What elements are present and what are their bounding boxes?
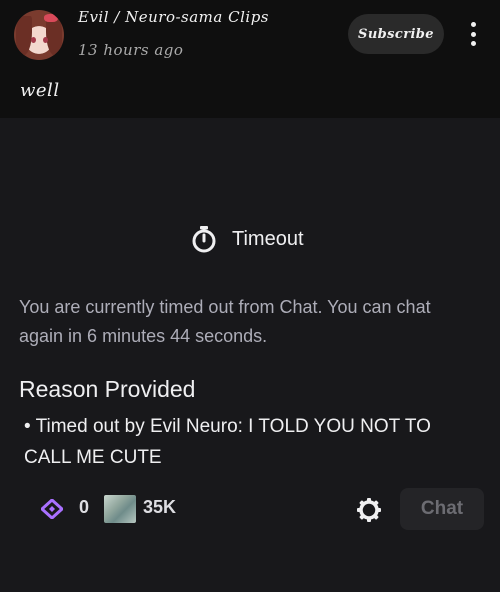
reason-heading: Reason Provided [19, 376, 196, 402]
points-count: 0 [79, 497, 90, 517]
post-timestamp: 13 hours ago [78, 41, 184, 59]
post-header: Evil / Neuro-sama Clips 13 hours ago Sub… [0, 0, 500, 70]
reason-text: • Timed out by Evil Neuro: I TOLD YOU NO… [24, 416, 431, 468]
channel-name[interactable]: Evil / Neuro-sama Clips [78, 8, 269, 26]
viewer-count: 35K [143, 497, 177, 517]
channel-avatar[interactable] [14, 10, 64, 60]
chat-button[interactable]: Chat [400, 488, 484, 530]
more-options-icon[interactable] [462, 18, 484, 50]
timeout-title: Timeout [190, 225, 304, 253]
timeout-message: You are currently timed out from Chat. Y… [19, 297, 431, 346]
channel-points-icon[interactable] [40, 498, 64, 524]
post-text: well [20, 80, 60, 101]
timeout-label: Timeout [232, 227, 304, 250]
post-image: Timeout You are currently timed out from… [0, 118, 500, 592]
gear-icon[interactable] [356, 497, 382, 528]
channel-emote [104, 495, 136, 523]
subscribe-button[interactable]: Subscribe [348, 14, 444, 54]
stopwatch-icon [190, 225, 218, 253]
chat-bar: 0 35K Chat [0, 488, 500, 530]
